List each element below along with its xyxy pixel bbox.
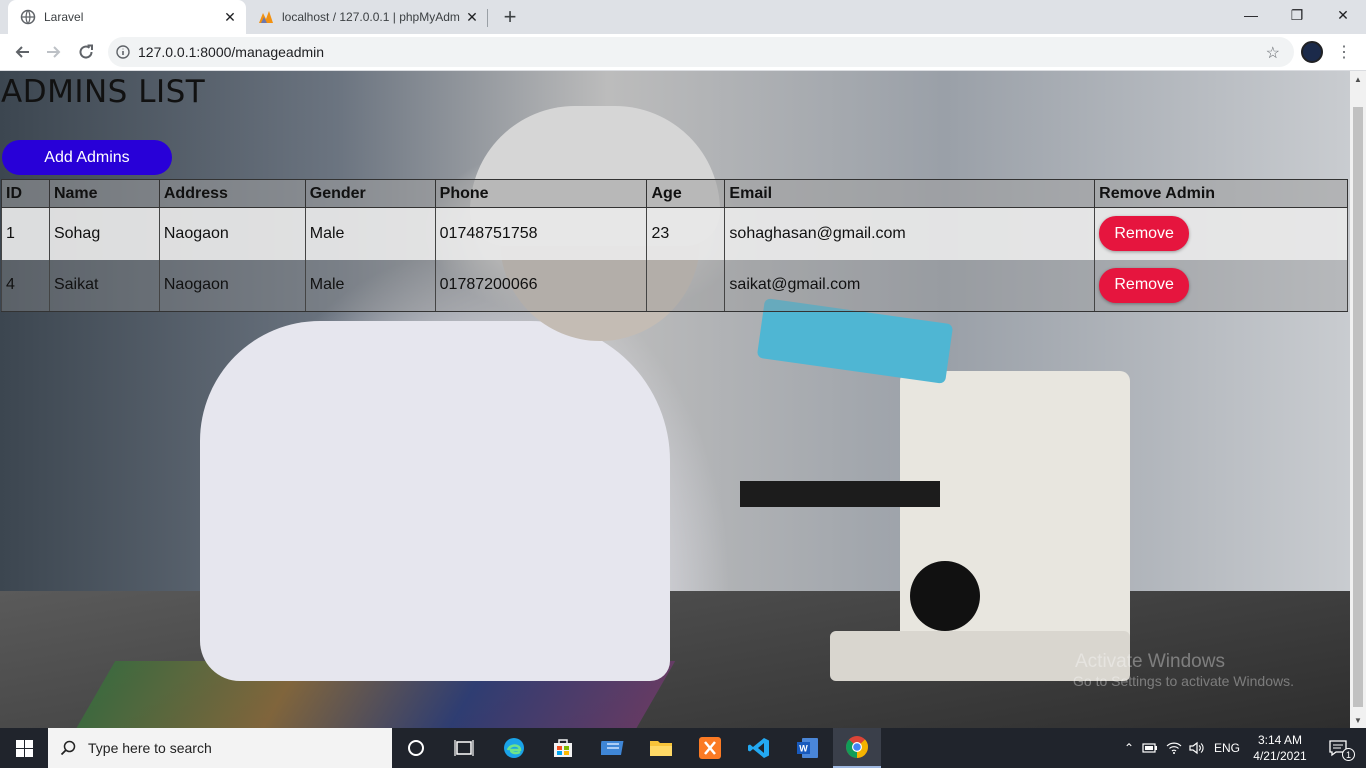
cell-name: Saikat [48, 259, 160, 312]
tab-title: Laravel [44, 10, 84, 24]
restore-icon[interactable]: ❐ [1274, 0, 1320, 30]
scroll-up-icon[interactable]: ▲ [1350, 71, 1366, 87]
word-icon[interactable]: W [784, 728, 832, 768]
windows-taskbar: Type here to search W ⌃ ENG 3:14 AM 4/21… [0, 728, 1366, 768]
column-header-name: Name [48, 179, 160, 208]
tab-separator [487, 9, 488, 27]
add-admins-button[interactable]: Add Admins [2, 140, 172, 175]
back-icon[interactable] [8, 38, 36, 66]
xampp-icon[interactable] [686, 728, 734, 768]
cell-gender: Male [304, 259, 436, 312]
cell-email: sohaghasan@gmail.com [724, 207, 1096, 260]
remove-admin-button[interactable]: Remove [1099, 216, 1190, 252]
minimize-icon[interactable]: — [1228, 0, 1274, 30]
notification-count-badge: 1 [1342, 748, 1355, 761]
browser-tab-strip: Laravel ✕ localhost / 127.0.0.1 | phpMyA… [0, 0, 1366, 34]
url-text: 127.0.0.1:8000/manageadmin [138, 44, 325, 60]
language-indicator[interactable]: ENG [1208, 741, 1246, 755]
phpmyadmin-icon [258, 9, 274, 25]
chevron-up-icon[interactable]: ⌃ [1120, 741, 1138, 755]
column-header-remove-admin: Remove Admin [1094, 179, 1348, 208]
tab-laravel[interactable]: Laravel ✕ [8, 0, 246, 34]
profile-avatar[interactable] [1301, 41, 1323, 63]
tab-title: localhost / 127.0.0.1 | phpMyAdm [282, 10, 460, 24]
site-info-icon[interactable] [108, 45, 138, 59]
cell-email: saikat@gmail.com [724, 259, 1096, 312]
task-view-icon[interactable] [440, 728, 488, 768]
scrollbar-thumb[interactable] [1353, 107, 1363, 707]
watermark-subtitle: Go to Settings to activate Windows. [1073, 673, 1294, 689]
cell-id: 1 [1, 207, 50, 260]
column-header-age: Age [646, 179, 726, 208]
scroll-down-icon[interactable]: ▼ [1350, 712, 1366, 728]
mail-app-icon[interactable] [589, 728, 637, 768]
file-explorer-icon[interactable] [637, 728, 685, 768]
column-header-address: Address [158, 179, 306, 208]
cell-remove: Remove [1094, 207, 1348, 260]
taskbar-clock[interactable]: 3:14 AM 4/21/2021 [1248, 732, 1312, 764]
remove-admin-button[interactable]: Remove [1099, 267, 1190, 303]
system-tray: ⌃ ENG [1120, 728, 1246, 768]
bookmark-star-icon[interactable]: ☆ [1266, 43, 1280, 63]
close-tab-icon[interactable]: ✕ [462, 7, 482, 27]
svg-text:W: W [799, 744, 808, 754]
cell-gender: Male [304, 207, 436, 260]
column-header-id: ID [1, 179, 50, 208]
page-viewport: ADMINS LIST Add Admins ID Name Address G… [0, 71, 1350, 728]
column-header-email: Email [724, 179, 1096, 208]
close-window-icon[interactable]: ✕ [1320, 0, 1366, 30]
cell-age: 23 [646, 207, 726, 260]
address-bar[interactable]: 127.0.0.1:8000/manageadmin ☆ [108, 37, 1294, 67]
activate-windows-watermark: Activate Windows Go to Settings to activ… [1073, 651, 1294, 689]
table-row: 4 Saikat Naogaon Male 01787200066 saikat… [1, 259, 1348, 312]
tab-phpmyadmin[interactable]: localhost / 127.0.0.1 | phpMyAdm ✕ [248, 0, 488, 34]
notifications-icon[interactable]: 1 [1318, 728, 1358, 768]
search-icon [48, 740, 88, 756]
reload-icon[interactable] [72, 38, 100, 66]
close-tab-icon[interactable]: ✕ [220, 7, 240, 27]
cell-phone: 01787200066 [434, 259, 648, 312]
cell-phone: 01748751758 [434, 207, 648, 260]
cell-address: Naogaon [158, 259, 306, 312]
page-title: ADMINS LIST [1, 74, 206, 110]
table-header-row: ID Name Address Gender Phone Age Email R… [1, 179, 1348, 208]
menu-dots-icon[interactable]: ⋮ [1336, 40, 1352, 64]
browser-toolbar: 127.0.0.1:8000/manageadmin ☆ ⋮ [0, 34, 1366, 71]
cell-remove: Remove [1094, 259, 1348, 312]
watermark-title: Activate Windows [1075, 651, 1225, 672]
page-scrollbar[interactable]: ▲ ▼ [1350, 71, 1366, 728]
new-tab-icon[interactable]: + [498, 4, 522, 29]
windows-start-icon[interactable] [0, 728, 48, 768]
volume-icon[interactable] [1186, 741, 1208, 755]
cortana-icon[interactable] [392, 728, 440, 768]
admins-table: ID Name Address Gender Phone Age Email R… [1, 179, 1348, 312]
search-placeholder: Type here to search [88, 740, 212, 756]
store-icon[interactable] [539, 728, 587, 768]
chrome-icon[interactable] [833, 728, 881, 768]
column-header-gender: Gender [304, 179, 436, 208]
wifi-icon[interactable] [1162, 742, 1186, 754]
clock-date: 4/21/2021 [1253, 749, 1307, 763]
vscode-icon[interactable] [735, 728, 783, 768]
cell-id: 4 [1, 259, 50, 312]
cell-age [646, 259, 726, 312]
clock-time: 3:14 AM [1257, 733, 1303, 747]
table-row: 1 Sohag Naogaon Male 01748751758 23 soha… [1, 207, 1348, 260]
cell-name: Sohag [48, 207, 160, 260]
edge-icon[interactable] [490, 728, 538, 768]
taskbar-search-input[interactable]: Type here to search [48, 728, 392, 768]
forward-icon[interactable] [40, 38, 68, 66]
column-header-phone: Phone [434, 179, 648, 208]
battery-icon[interactable] [1138, 743, 1162, 753]
cell-address: Naogaon [158, 207, 306, 260]
globe-icon [20, 9, 36, 25]
